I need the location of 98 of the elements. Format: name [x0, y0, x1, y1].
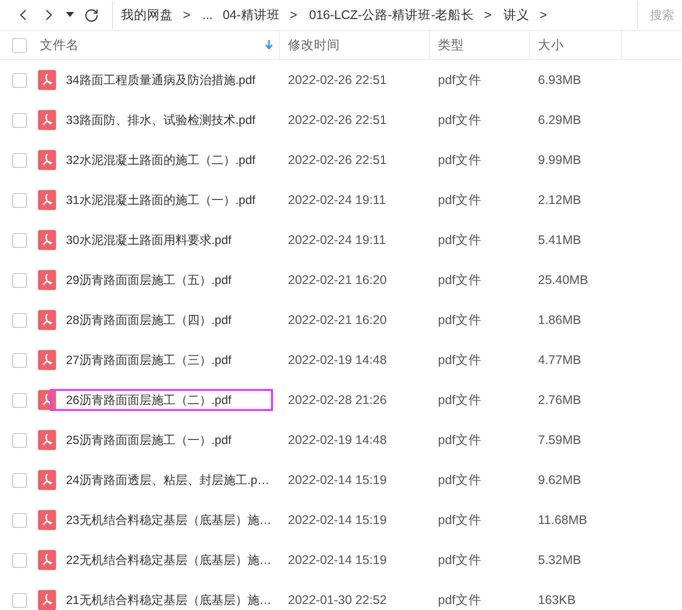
modified-time: 2022-02-26 22:51 — [287, 73, 388, 87]
file-type: pdf文件 — [437, 112, 482, 128]
file-size: 7.59MB — [537, 433, 582, 447]
column-header[interactable]: 文件名 — [32, 31, 280, 59]
file-name[interactable]: 29沥青路面面层施工（五）.pdf — [50, 269, 273, 291]
modified-time: 2022-02-14 15:19 — [287, 473, 388, 487]
modified-time: 2022-02-24 19:11 — [287, 233, 387, 247]
file-size: 4.77MB — [537, 353, 582, 367]
file-size: 11.68MB — [537, 513, 588, 527]
file-size: 25.40MB — [537, 273, 590, 287]
file-size: 5.32MB — [537, 553, 582, 567]
row-checkbox[interactable] — [12, 512, 27, 528]
row-checkbox[interactable] — [12, 192, 27, 208]
modified-time: 2022-02-26 22:51 — [287, 113, 388, 127]
file-name[interactable]: 23无机结合料稳定基层（底基层）施… — [50, 509, 274, 531]
breadcrumb-link[interactable]: 016-LCZ-公路-精讲班-老船长 — [309, 6, 474, 24]
row-checkbox[interactable] — [12, 432, 27, 448]
file-type: pdf文件 — [437, 552, 482, 568]
file-name[interactable]: 30水泥混凝土路面用料要求.pdf — [50, 229, 273, 251]
file-type: pdf文件 — [437, 192, 482, 208]
pdf-file-icon — [38, 550, 56, 570]
breadcrumb-link[interactable]: ... — [202, 8, 213, 22]
file-size: 9.99MB — [537, 153, 582, 167]
file-size: 2.76MB — [537, 393, 582, 407]
pdf-file-icon — [38, 350, 56, 370]
file-type: pdf文件 — [437, 512, 482, 528]
file-name[interactable]: 25沥青路面面层施工（一）.pdf — [50, 429, 273, 451]
row-checkbox[interactable] — [12, 272, 27, 288]
caret-icon — [66, 12, 74, 18]
breadcrumb-separator: > — [540, 8, 547, 22]
file-size: 2.12MB — [537, 193, 582, 207]
file-name[interactable]: 21无机结合料稳定基层（底基层）施… — [50, 589, 274, 610]
pdf-file-icon — [38, 430, 56, 450]
file-type: pdf文件 — [437, 432, 482, 448]
row-checkbox[interactable] — [12, 592, 27, 608]
modified-time: 2022-02-21 16:20 — [287, 313, 388, 327]
file-size: 6.93MB — [537, 73, 582, 87]
modified-time: 2022-02-21 16:20 — [287, 273, 388, 287]
breadcrumb-link[interactable]: 我的网盘 — [121, 6, 173, 24]
file-size: 6.29MB — [537, 113, 582, 127]
pdf-file-icon — [38, 310, 56, 330]
file-name[interactable]: 31水泥混凝土路面的施工（一）.pdf — [50, 189, 273, 211]
breadcrumb-separator: > — [183, 8, 190, 22]
pdf-file-icon — [38, 470, 56, 490]
modified-time: 2022-02-24 19:11 — [287, 193, 387, 207]
file-type: pdf文件 — [437, 352, 482, 368]
breadcrumb-separator: > — [484, 8, 492, 22]
column-header[interactable]: 修改时间 — [280, 31, 430, 59]
pdf-file-icon — [38, 70, 56, 90]
pdf-file-icon — [38, 270, 56, 290]
breadcrumb-link[interactable]: 讲义 — [504, 6, 530, 24]
row-checkbox[interactable] — [12, 152, 27, 168]
row-checkbox[interactable] — [12, 72, 27, 88]
row-checkbox[interactable] — [12, 552, 27, 568]
file-type: pdf文件 — [437, 152, 482, 168]
file-type: pdf文件 — [437, 272, 482, 288]
file-name[interactable]: 24沥青路面透层、粘层、封层施工.p… — [50, 469, 273, 491]
modified-time: 2022-02-19 14:48 — [287, 353, 388, 367]
file-type: pdf文件 — [437, 312, 482, 328]
pdf-file-icon — [38, 110, 56, 130]
select-all-checkbox[interactable] — [12, 38, 27, 52]
row-checkbox[interactable] — [12, 112, 27, 128]
row-checkbox[interactable] — [12, 352, 27, 368]
modified-time: 2022-02-14 15:19 — [287, 513, 388, 527]
file-size: 1.86MB — [537, 313, 582, 327]
file-type: pdf文件 — [437, 72, 482, 88]
pdf-file-icon — [38, 230, 56, 250]
pdf-file-icon — [38, 510, 56, 530]
modified-time: 2022-01-30 22:52 — [287, 593, 388, 607]
modified-time: 2022-02-14 15:19 — [287, 553, 388, 567]
pdf-file-icon — [38, 190, 56, 210]
file-type: pdf文件 — [437, 392, 482, 408]
file-size: 163KB — [537, 593, 577, 607]
column-header[interactable]: 大小 — [530, 31, 622, 59]
file-size: 9.62MB — [537, 473, 582, 487]
file-type: pdf文件 — [437, 472, 482, 488]
breadcrumb-link[interactable]: 04-精讲班 — [222, 6, 280, 24]
file-name[interactable]: 34路面工程质量通病及防治措施.pdf — [50, 69, 273, 91]
file-name[interactable]: 33路面防、排水、试验检测技术.pdf — [50, 109, 273, 131]
file-type: pdf文件 — [437, 232, 482, 248]
file-name[interactable]: 27沥青路面面层施工（三）.pdf — [50, 349, 273, 371]
row-checkbox[interactable] — [12, 312, 27, 328]
file-name[interactable]: 22无机结合料稳定基层（底基层）施… — [50, 549, 274, 571]
breadcrumb-separator: > — [290, 8, 298, 22]
modified-time: 2022-02-28 21:26 — [287, 393, 388, 407]
column-header[interactable]: 类型 — [430, 31, 530, 59]
row-checkbox[interactable] — [12, 232, 27, 248]
file-name[interactable]: 28沥青路面面层施工（四）.pdf — [50, 309, 273, 331]
file-type: pdf文件 — [437, 592, 482, 608]
file-name[interactable]: 32水泥混凝土路面的施工（二）.pdf — [50, 149, 273, 171]
row-checkbox[interactable] — [12, 392, 27, 408]
row-checkbox[interactable] — [12, 472, 27, 488]
modified-time: 2022-02-19 14:48 — [287, 433, 388, 447]
refresh-icon — [84, 8, 98, 22]
modified-time: 2022-02-26 22:51 — [287, 153, 388, 167]
file-name[interactable]: 26沥青路面面层施工（二）.pdf — [50, 389, 273, 411]
pdf-file-icon — [38, 150, 56, 170]
file-size: 5.41MB — [537, 233, 582, 247]
